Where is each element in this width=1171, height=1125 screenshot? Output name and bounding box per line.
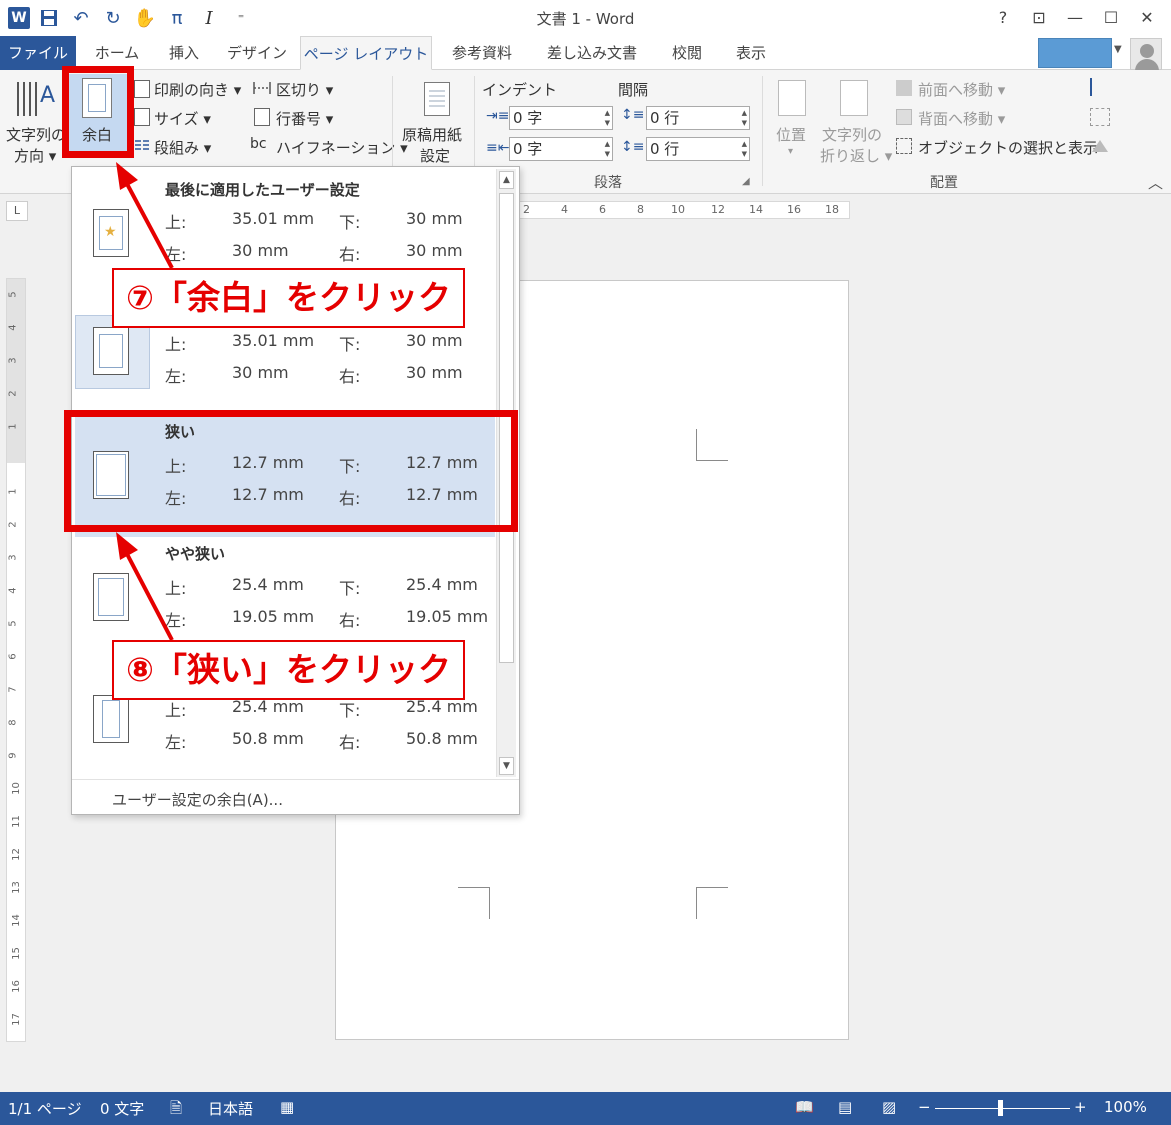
proofing-icon[interactable]: 🗎: [170, 1098, 182, 1123]
word-count[interactable]: 0 文字: [100, 1098, 144, 1119]
status-bar: 1/1 ページ 0 文字 🗎 日本語 ▦ 📖 ▤ ▨ − + 100%: [0, 1092, 1171, 1125]
zoom-slider-knob[interactable]: [998, 1100, 1003, 1116]
zoom-level[interactable]: 100%: [1104, 1098, 1147, 1116]
print-layout-icon[interactable]: ▤: [838, 1098, 852, 1116]
web-layout-icon[interactable]: ▨: [882, 1098, 896, 1116]
annotation-arrows: [116, 162, 174, 641]
zoom-out-button[interactable]: −: [918, 1098, 931, 1116]
macro-icon[interactable]: ▦: [280, 1098, 294, 1116]
annotation-step7: ⑦「余白」をクリック: [112, 268, 465, 328]
read-mode-icon[interactable]: 📖: [795, 1098, 814, 1116]
zoom-in-button[interactable]: +: [1074, 1098, 1087, 1116]
language-indicator[interactable]: 日本語: [208, 1098, 253, 1119]
page-count[interactable]: 1/1 ページ: [8, 1098, 82, 1119]
annotation-step8: ⑧「狭い」をクリック: [112, 640, 465, 700]
